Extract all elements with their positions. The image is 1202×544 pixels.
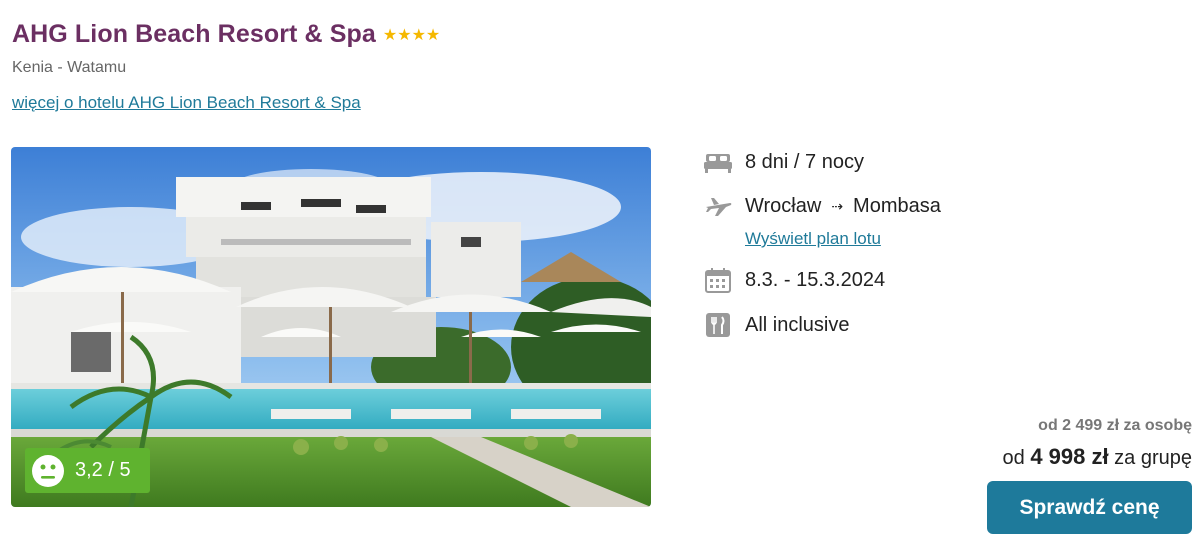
star-icon: ★ (382, 26, 398, 44)
route-row: Wrocław ⇢ Mombasa (704, 192, 941, 220)
trip-duration: 8 dni / 7 nocy (745, 150, 864, 173)
star-icon: ★ (411, 26, 426, 44)
price-group-amount: 4 998 zł (1030, 444, 1109, 469)
hotel-location: Kenia - Watamu (12, 59, 127, 76)
price-group-prefix: od (1002, 447, 1025, 469)
star-rating: ★ ★ ★ ★ (382, 26, 441, 44)
price-per-person: od 2 499 zł za osobę (1038, 417, 1192, 434)
departure-city: Wrocław (745, 194, 822, 217)
duration-row: 8 dni / 7 nocy (704, 148, 864, 176)
cutlery-icon (704, 311, 732, 339)
star-icon: ★ (397, 26, 412, 44)
smiley-icon (32, 454, 64, 487)
hotel-details-link[interactable]: więcej o hotelu AHG Lion Beach Resort & … (12, 93, 361, 113)
check-price-button[interactable]: Sprawdź cenę (987, 481, 1192, 534)
board-row: All inclusive (704, 311, 849, 339)
price-group-suffix: za grupę (1114, 447, 1192, 469)
trip-dates: 8.3. - 15.3.2024 (745, 268, 886, 291)
rating-value: 3,2 / 5 (75, 459, 131, 481)
bed-icon (704, 148, 732, 176)
destination-city: Mombasa (853, 194, 941, 217)
dates-row: 8.3. - 15.3.2024 (704, 266, 885, 294)
rating-badge: 3,2 / 5 (25, 448, 150, 493)
board-type: All inclusive (745, 313, 850, 336)
hotel-photo[interactable]: 3,2 / 5 (11, 147, 651, 507)
plane-icon (704, 192, 732, 220)
flight-plan-link[interactable]: Wyświetl plan lotu (745, 229, 881, 249)
route-arrow-icon: ⇢ (831, 197, 844, 214)
title-row: AHG Lion Beach Resort & Spa ★ ★ ★ ★ (12, 20, 440, 49)
calendar-icon (704, 266, 732, 294)
star-icon: ★ (425, 26, 441, 44)
price-group: od 4 998 zł za grupę (1003, 444, 1193, 470)
hotel-name: AHG Lion Beach Resort & Spa (12, 20, 376, 48)
